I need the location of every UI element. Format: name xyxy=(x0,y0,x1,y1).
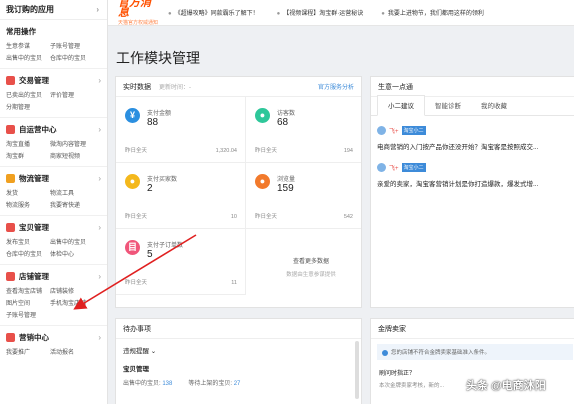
annotation-arrow-icon xyxy=(73,234,197,310)
watermark: 头条 @电商沐阳 xyxy=(466,380,546,392)
